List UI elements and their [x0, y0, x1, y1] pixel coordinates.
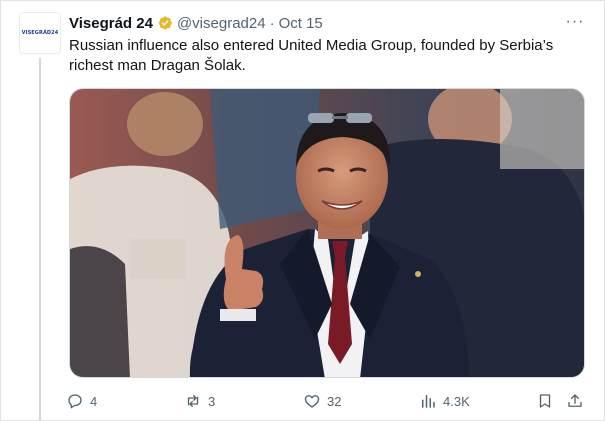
views-count: 4.3K	[443, 393, 470, 409]
like-button[interactable]: 32	[303, 390, 341, 412]
tweet-date[interactable]: Oct 15	[279, 15, 323, 32]
bookmark-icon	[539, 394, 551, 408]
share-button[interactable]	[566, 390, 590, 412]
verified-badge-icon[interactable]	[157, 15, 173, 31]
more-icon[interactable]: ···	[563, 12, 587, 32]
action-bar: 4 3 32 4.3K	[66, 390, 590, 412]
display-name[interactable]: Visegrád 24	[69, 15, 153, 32]
retweet-count: 3	[208, 393, 216, 409]
reply-icon	[68, 394, 82, 409]
avatar-logo-text: VISEGRÁD24	[21, 30, 59, 36]
tweet-header: Visegrád 24 @visegrad24 · Oct 15	[69, 13, 323, 33]
tweet-text: Russian influence also entered United Me…	[69, 37, 554, 74]
avatar[interactable]: VISEGRÁD24	[19, 12, 61, 54]
share-icon	[568, 394, 582, 407]
retweet-icon	[187, 395, 199, 407]
retweet-button[interactable]: 3	[184, 390, 215, 412]
bookmark-button[interactable]	[536, 390, 560, 412]
handle[interactable]: @visegrad24	[177, 15, 266, 32]
reply-button[interactable]: 4	[66, 390, 97, 412]
separator-dot: ·	[269, 14, 275, 32]
photo-illustration	[70, 89, 584, 377]
more-label: ···	[565, 13, 585, 30]
tweet-photo[interactable]	[69, 88, 585, 378]
like-icon	[304, 395, 320, 408]
like-count: 32	[327, 393, 342, 409]
views-button[interactable]: 4.3K	[419, 390, 470, 412]
thread-line	[39, 58, 41, 420]
reply-count: 4	[90, 393, 98, 409]
views-icon	[422, 395, 435, 408]
